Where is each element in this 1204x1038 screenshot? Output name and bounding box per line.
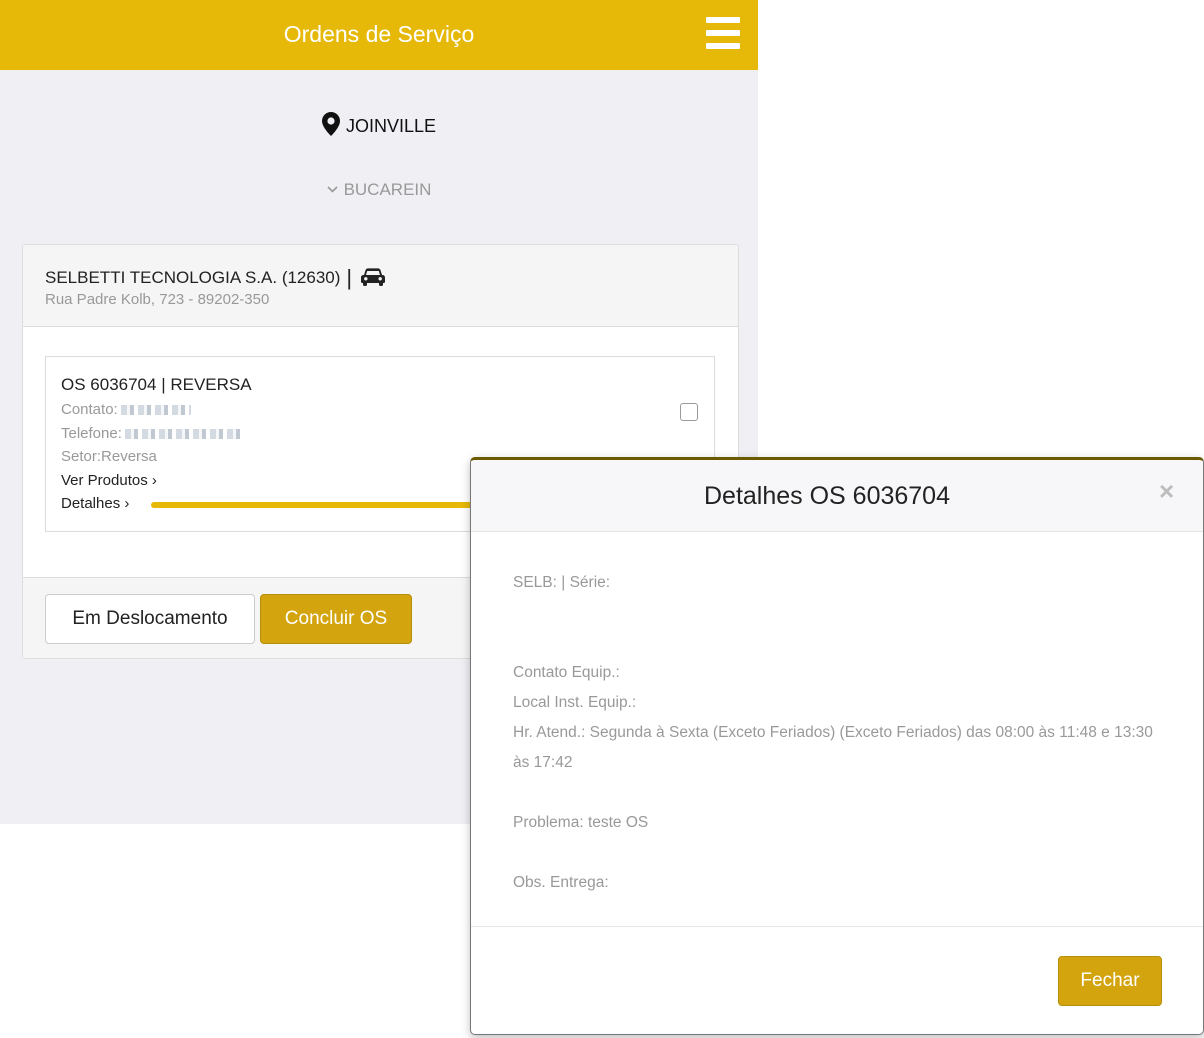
region-dropdown[interactable]: BUCAREIN	[0, 178, 758, 200]
contato-equip-text: Contato Equip.:	[513, 664, 620, 681]
details-modal: Detalhes OS 6036704 × SELB: | Série: Con…	[470, 457, 1204, 1035]
em-deslocamento-button[interactable]: Em Deslocamento	[45, 594, 255, 644]
chevron-right-icon: ›	[124, 495, 130, 512]
ver-produtos-link[interactable]: Ver Produtos ›	[61, 472, 157, 489]
redacted-contact	[120, 405, 191, 415]
sector-text: Setor:Reversa	[61, 448, 157, 465]
company-name: SELBETTI TECNOLOGIA S.A. (12630)	[45, 268, 341, 287]
modal-footer-divider	[471, 926, 1203, 927]
hr-atend-text: Hr. Atend.: Segunda à Sexta (Exceto Feri…	[513, 724, 1153, 771]
ver-produtos-label: Ver Produtos	[61, 472, 148, 489]
close-icon[interactable]: ×	[1159, 478, 1174, 504]
car-icon[interactable]	[360, 268, 385, 286]
company-address: Rua Padre Kolb, 723 - 89202-350	[45, 291, 270, 308]
region-name: BUCAREIN	[343, 180, 432, 199]
phone-line: Telefone:	[61, 425, 243, 442]
map-pin-icon	[321, 112, 340, 136]
fechar-button[interactable]: Fechar	[1058, 956, 1162, 1006]
chevron-right-icon: ›	[151, 472, 157, 489]
local-inst-text: Local Inst. Equip.:	[513, 694, 637, 711]
selb-serie-text: SELB: | Série:	[513, 574, 611, 591]
phone-label: Telefone:	[61, 425, 122, 442]
page-title: Ordens de Serviço	[283, 21, 475, 47]
service-order-title: OS 6036704 | REVERSA	[61, 375, 252, 394]
modal-title: Detalhes OS 6036704	[703, 482, 950, 510]
problema-text: Problema: teste OS	[513, 814, 649, 831]
select-order-checkbox[interactable]	[680, 403, 698, 421]
chevron-down-icon	[326, 178, 338, 198]
city-name: JOINVILLE	[345, 116, 437, 136]
redacted-phone	[124, 429, 243, 439]
contact-label: Contato:	[61, 401, 118, 418]
detalhes-label: Detalhes	[61, 495, 121, 512]
obs-entrega-text: Obs. Entrega:	[513, 874, 609, 891]
concluir-os-button[interactable]: Concluir OS	[260, 594, 412, 644]
company-line: SELBETTI TECNOLOGIA S.A. (12630) |	[45, 265, 385, 291]
top-bar: Ordens de Serviço	[0, 0, 758, 70]
modal-header: Detalhes OS 6036704 ×	[471, 460, 1203, 532]
client-card-header: SELBETTI TECNOLOGIA S.A. (12630) | Rua Pa…	[23, 245, 738, 327]
contact-line: Contato:	[61, 401, 191, 418]
detalhes-link[interactable]: Detalhes ›	[61, 495, 129, 512]
company-separator: |	[346, 265, 353, 290]
hamburger-menu-icon[interactable]	[706, 17, 740, 49]
city-label: JOINVILLE	[0, 112, 758, 137]
